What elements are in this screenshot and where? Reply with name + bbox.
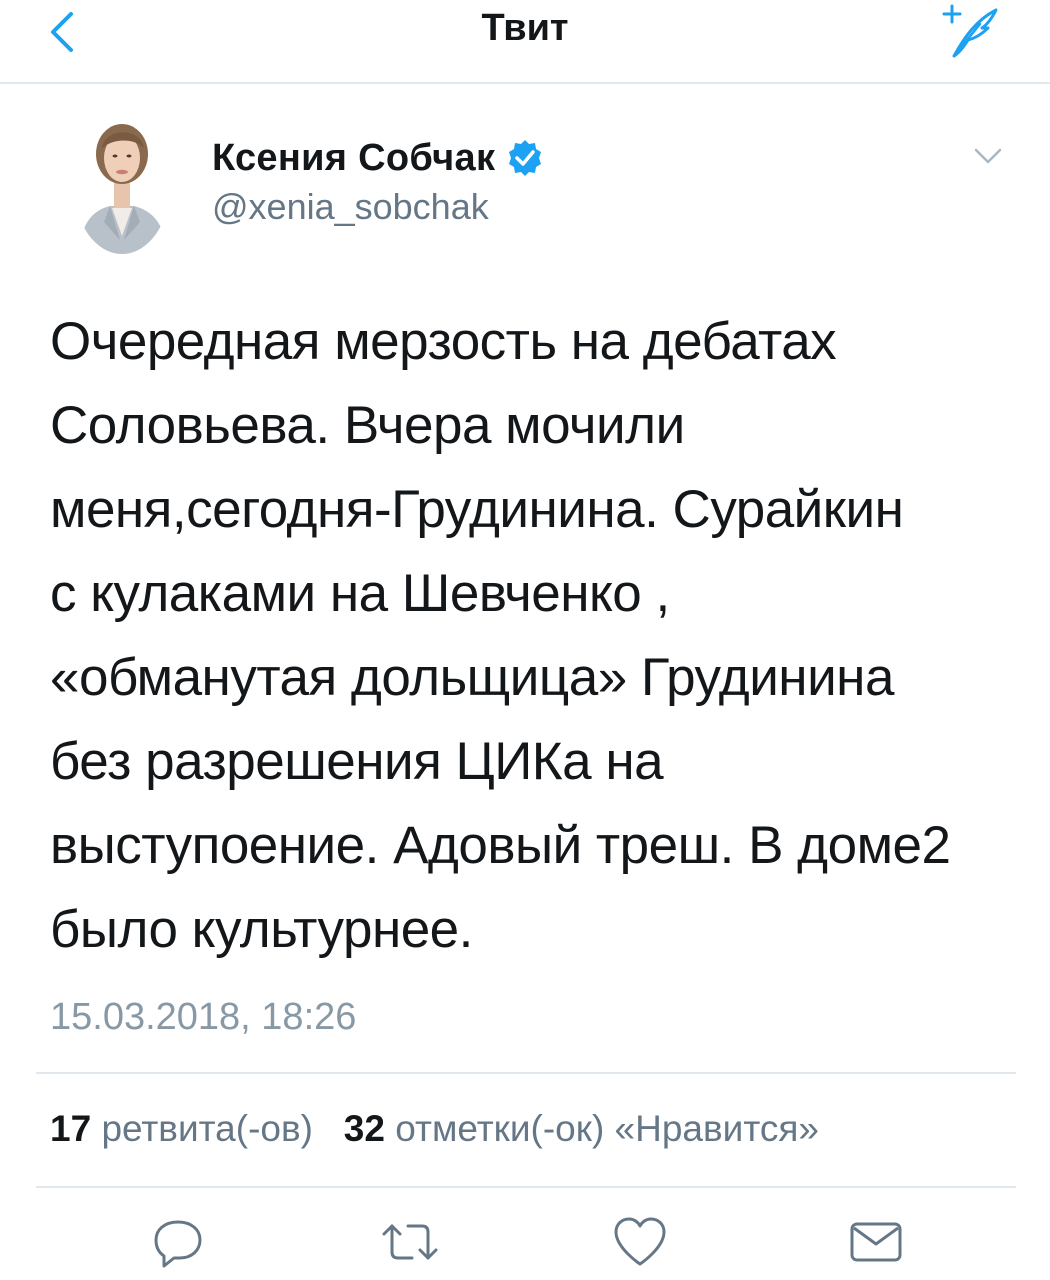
likes-count: 32 (343, 1108, 385, 1149)
author-name-row: Ксения Собчак (212, 136, 545, 180)
divider (36, 1186, 1016, 1188)
tweet-actions (0, 1206, 1050, 1276)
heart-icon[interactable] (610, 1212, 670, 1272)
tweet-author: Ксения Собчак @xenia_sobchak (0, 82, 1050, 272)
author-handle[interactable]: @xenia_sobchak (212, 186, 489, 228)
retweets-label: ретвита(-ов) (101, 1108, 313, 1149)
navigation-bar: Твит (0, 0, 1050, 84)
compose-tweet-icon[interactable] (930, 2, 1010, 62)
verified-badge-icon (505, 138, 545, 178)
tweet-text: Очередная мерзость на дебатах Соловьева.… (50, 312, 951, 959)
divider (36, 1072, 1016, 1074)
likes-label: отметки(-ок) «Нравится» (395, 1108, 819, 1149)
retweets-count: 17 (50, 1108, 92, 1149)
reply-icon[interactable] (148, 1212, 208, 1272)
tweet-stats: 17 ретвита(-ов) 32 отметки(-ок) «Нравитс… (50, 1104, 819, 1154)
retweet-icon[interactable] (380, 1212, 440, 1272)
chevron-down-icon[interactable] (968, 142, 1008, 172)
envelope-icon[interactable] (846, 1212, 906, 1272)
retweets-stat[interactable]: 17 ретвита(-ов) (50, 1108, 313, 1149)
author-name[interactable]: Ксения Собчак (212, 137, 495, 180)
likes-stat[interactable]: 32 отметки(-ок) «Нравится» (344, 1108, 819, 1149)
page-title: Твит (481, 7, 569, 49)
avatar[interactable] (74, 118, 170, 254)
tweet-timestamp: 15.03.2018, 18:26 (50, 996, 357, 1038)
